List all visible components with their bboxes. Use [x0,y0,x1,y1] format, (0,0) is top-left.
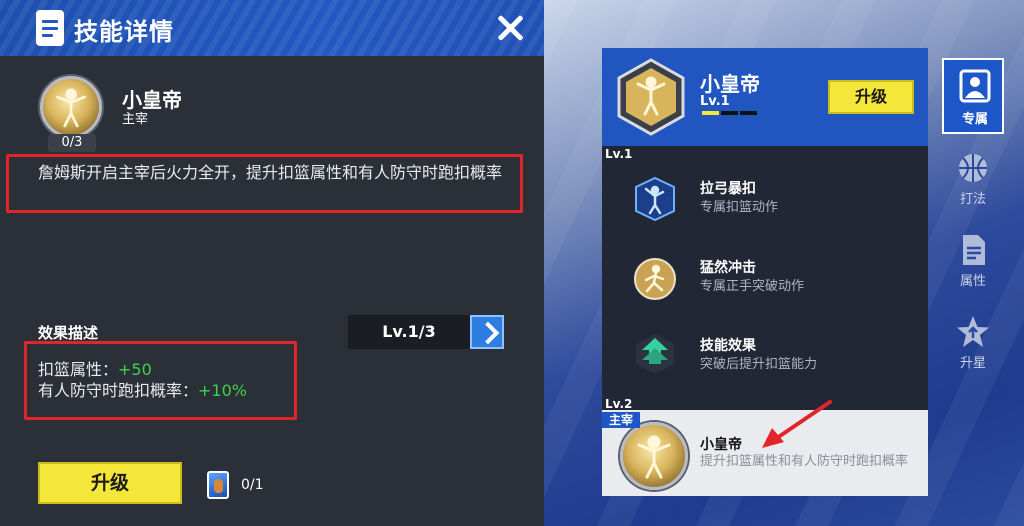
document-icon [963,235,985,265]
basketball-icon [959,154,987,182]
hexagon-skill-icon [616,58,686,136]
upgrade-button[interactable]: 升级 [38,462,182,504]
skill-card-name: 小皇帝 [700,72,760,96]
tab-label: 打法 [959,192,986,207]
player-card-icon [959,69,991,103]
progress-segment [721,111,738,115]
star-icon [957,316,989,347]
progress-segment [702,111,719,115]
progress-segment [740,111,757,115]
tab-star-up[interactable]: 升星 [942,306,1004,382]
tab-label: 升星 [959,356,986,371]
panel-title: 技能详情 [74,18,174,46]
effect-highlight-box [24,341,297,420]
skill-detail-panel: 技能详情 0/3 小皇帝 主宰 詹姆斯开启主宰后火力全开，提升扣篮属性和有人防守… [0,0,544,526]
tab-attributes[interactable]: 属性 [942,224,1004,300]
level-tag: Lv.1 [605,147,633,161]
dominator-skill-icon [620,422,688,490]
effect-title: 效果描述 [38,324,99,342]
skill-badge-icon [40,76,102,138]
card-count: 0/1 [241,477,264,493]
card-upgrade-button[interactable]: 升级 [828,80,914,114]
list-item-subtitle: 突破后提升扣篮能力 [700,357,818,372]
description-highlight-box [6,154,523,213]
player-card-icon [207,471,229,499]
tab-label: 属性 [959,274,986,289]
list-item-title: 技能效果 [700,338,756,354]
red-arrow-annotation [762,400,832,448]
list-item-title: 猛然冲击 [700,260,756,276]
list-item-title: 拉弓暴扣 [700,181,756,197]
level-tag: Lv.2 [605,397,633,411]
dominator-ribbon: 主宰 [602,412,640,428]
level-next-button[interactable] [470,315,504,349]
level-selector-label: Lv.1/3 [382,322,436,341]
skill-role: 主宰 [122,112,149,127]
crossover-skill-icon [632,256,678,302]
tab-label: 专属 [961,112,988,127]
boost-arrow-icon [632,330,678,376]
list-item-subtitle: 专属正手突破动作 [700,279,805,294]
badge-count: 0/3 [61,135,83,150]
tab-playstyle[interactable]: 打法 [942,142,1004,218]
tab-exclusive[interactable]: 专属 [942,58,1004,134]
dunk-skill-icon [632,176,678,222]
game-screen: 技能详情 0/3 小皇帝 主宰 詹姆斯开启主宰后火力全开，提升扣篮属性和有人防守… [0,0,1024,526]
list-item-subtitle: 专属扣篮动作 [700,200,779,215]
dominator-description: 提升扣篮属性和有人防守时跑扣概率 [700,454,909,469]
level-progress-bar [702,111,758,115]
close-icon[interactable] [492,10,528,46]
dominator-title: 小皇帝 [700,437,742,453]
document-icon [36,10,64,46]
skill-card-level: Lv.1 [700,94,730,109]
